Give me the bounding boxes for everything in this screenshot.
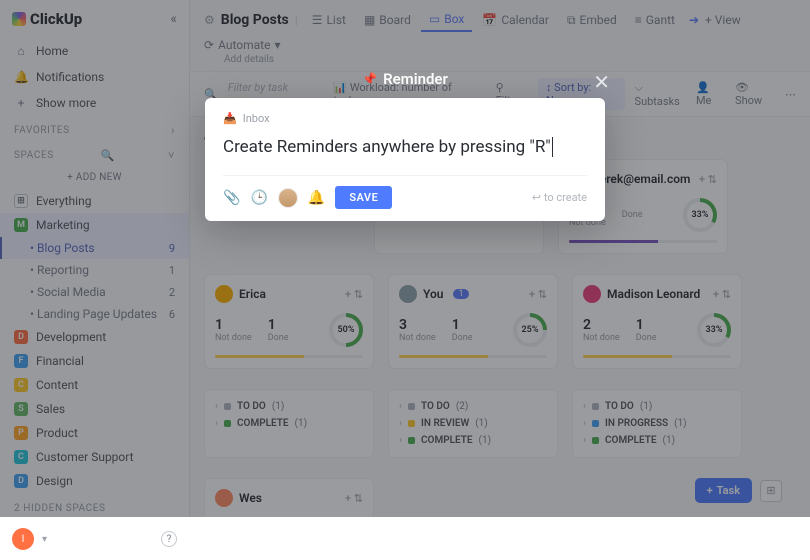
bell-icon[interactable]: 🔔 xyxy=(308,190,325,206)
pin-icon: 📌 xyxy=(362,72,377,86)
assignee-avatar[interactable] xyxy=(278,188,298,208)
close-icon[interactable]: ✕ xyxy=(593,70,610,94)
save-button[interactable]: SAVE xyxy=(335,186,392,209)
clock-icon[interactable]: 🕒 xyxy=(250,190,267,206)
modal-breadcrumb[interactable]: 📥Inbox xyxy=(223,112,587,125)
user-avatar[interactable]: I xyxy=(12,528,34,550)
user-menu-chevron-icon[interactable]: ▾ xyxy=(42,534,47,545)
reminder-modal: 📥Inbox Create Reminders anywhere by pres… xyxy=(205,98,605,221)
attachment-icon[interactable]: 📎 xyxy=(223,190,240,206)
create-hint: ↩ to create xyxy=(532,191,587,204)
modal-heading: 📌Reminder xyxy=(362,70,448,88)
help-icon[interactable]: ? xyxy=(161,531,177,547)
inbox-icon: 📥 xyxy=(223,112,237,125)
reminder-input[interactable]: Create Reminders anywhere by pressing "R… xyxy=(223,125,587,175)
modal-overlay[interactable]: ✕ 📌Reminder 📥Inbox Create Reminders anyw… xyxy=(0,0,810,517)
